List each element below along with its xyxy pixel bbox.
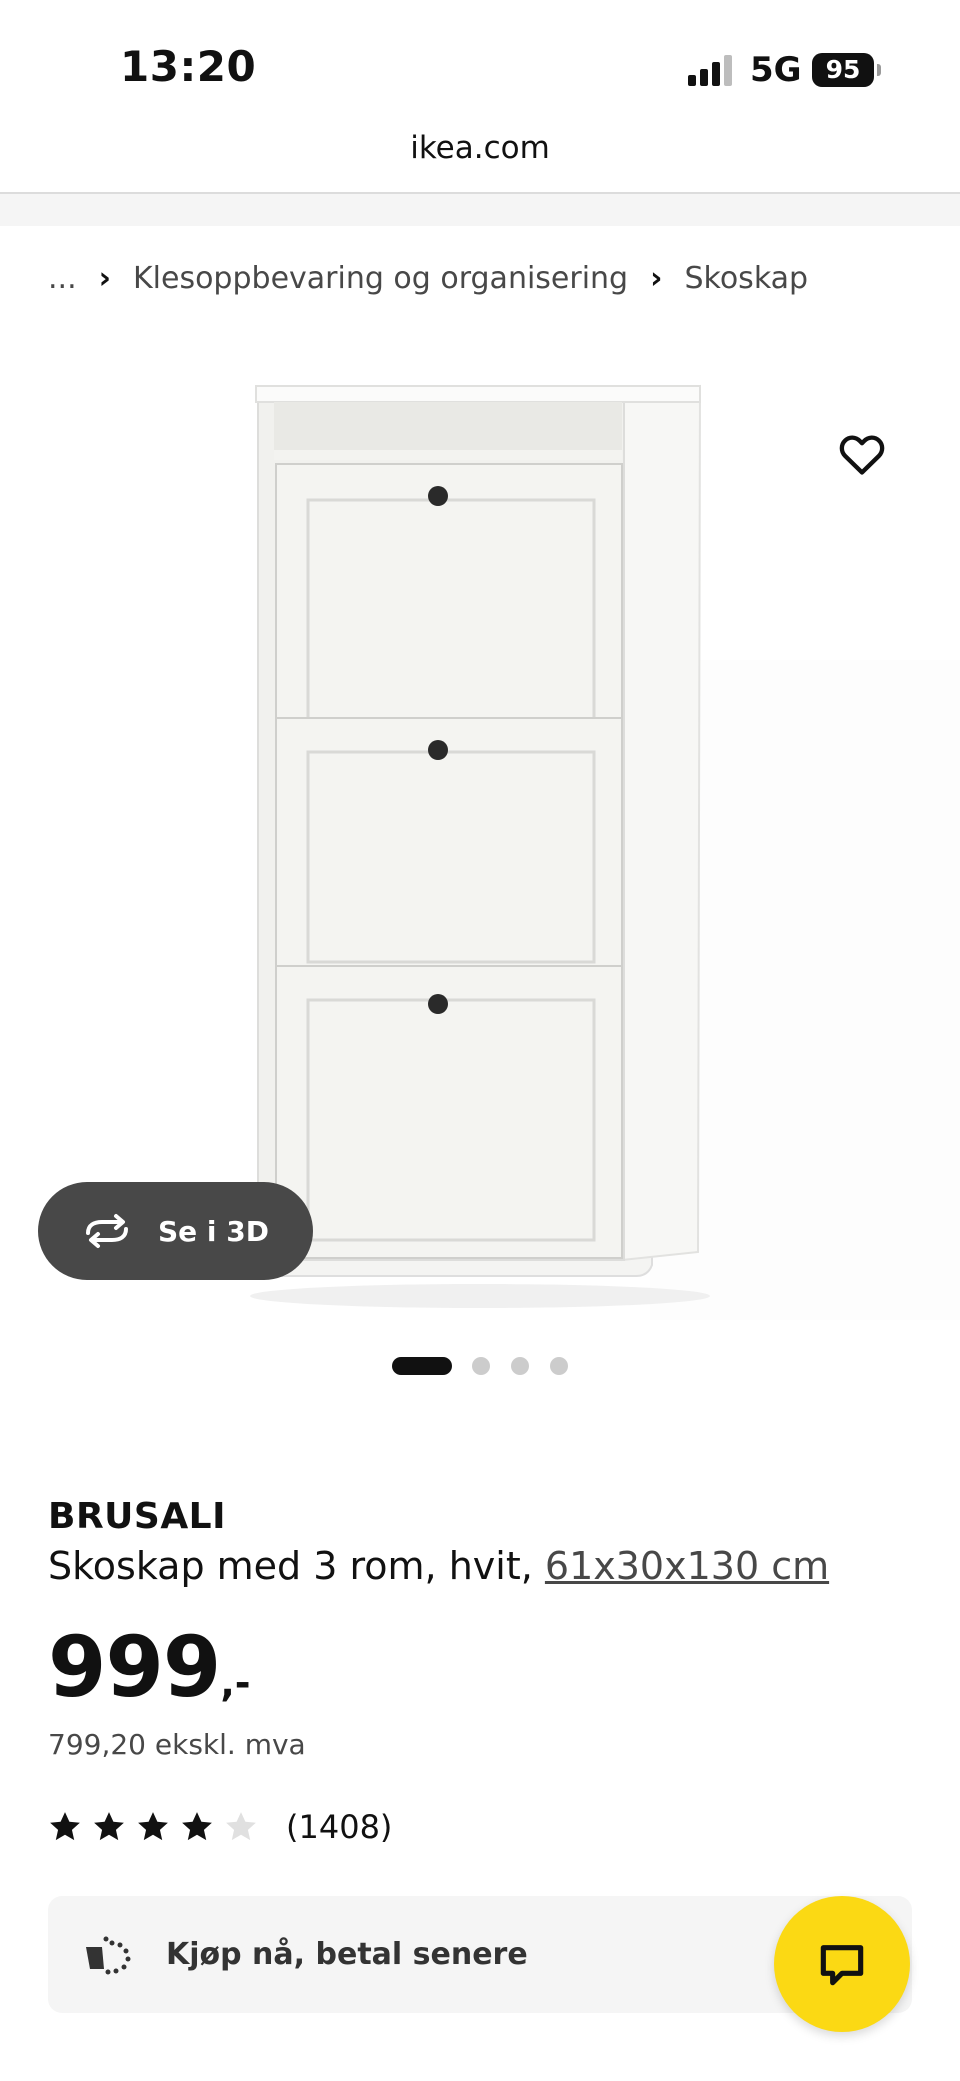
product-price: 999,-	[48, 1625, 251, 1709]
breadcrumb-item-klesoppbevaring[interactable]: Klesoppbevaring og organisering	[133, 261, 628, 296]
battery-tip	[877, 64, 881, 76]
chat-icon	[820, 1945, 864, 1986]
payment-icon	[86, 1936, 131, 1974]
chevron-right-icon: ›	[98, 260, 111, 296]
product-name: BRUSALI	[48, 1496, 227, 1537]
breadcrumb: ... › Klesoppbevaring og organisering › …	[48, 256, 808, 300]
star-icon	[138, 1812, 168, 1841]
signal-icon	[688, 54, 732, 86]
product-rating[interactable]: (1408)	[48, 1808, 392, 1846]
browser-url[interactable]: ikea.com	[0, 130, 960, 192]
product-description: Skoskap med 3 rom, hvit, 61x30x130 cm	[48, 1544, 829, 1588]
battery-icon: 95	[812, 53, 874, 87]
review-count: (1408)	[286, 1808, 393, 1846]
product-description-text: Skoskap med 3 rom, hvit,	[48, 1544, 545, 1588]
buy-now-pay-later-label: Kjøp nå, betal senere	[166, 1937, 528, 1972]
network-type: 5G	[750, 50, 802, 90]
status-time: 13:20	[120, 42, 257, 91]
image-pagination	[392, 1356, 589, 1376]
header-band	[0, 194, 960, 226]
rotate-3d-icon	[86, 1214, 128, 1248]
shoe-cabinet-image	[250, 384, 960, 1320]
star-icon	[182, 1812, 212, 1841]
product-image[interactable]	[0, 330, 960, 1320]
view-in-3d-button[interactable]: Se i 3D	[38, 1182, 313, 1280]
status-bar: 13:20 5G 95	[0, 0, 960, 130]
view-in-3d-label: Se i 3D	[158, 1214, 269, 1248]
price-suffix: ,-	[220, 1661, 251, 1705]
price-excl-vat: 799,20 ekskl. mva	[48, 1728, 306, 1761]
star-icon	[50, 1812, 80, 1841]
pagination-dot-active[interactable]	[392, 1357, 452, 1375]
product-dimensions-link[interactable]: 61x30x130 cm	[545, 1544, 829, 1588]
pagination-dot[interactable]	[511, 1357, 529, 1375]
star-icon	[94, 1812, 124, 1841]
pagination-dot[interactable]	[472, 1357, 490, 1375]
chat-button[interactable]	[774, 1896, 910, 2032]
breadcrumb-item-skoskap[interactable]: Skoskap	[684, 261, 808, 296]
heart-icon[interactable]	[836, 428, 888, 480]
star-half-icon	[226, 1812, 256, 1841]
price-amount: 999	[48, 1618, 221, 1716]
chevron-right-icon: ›	[650, 260, 663, 296]
pagination-dot[interactable]	[550, 1357, 568, 1375]
breadcrumb-ellipsis[interactable]: ...	[48, 261, 77, 296]
